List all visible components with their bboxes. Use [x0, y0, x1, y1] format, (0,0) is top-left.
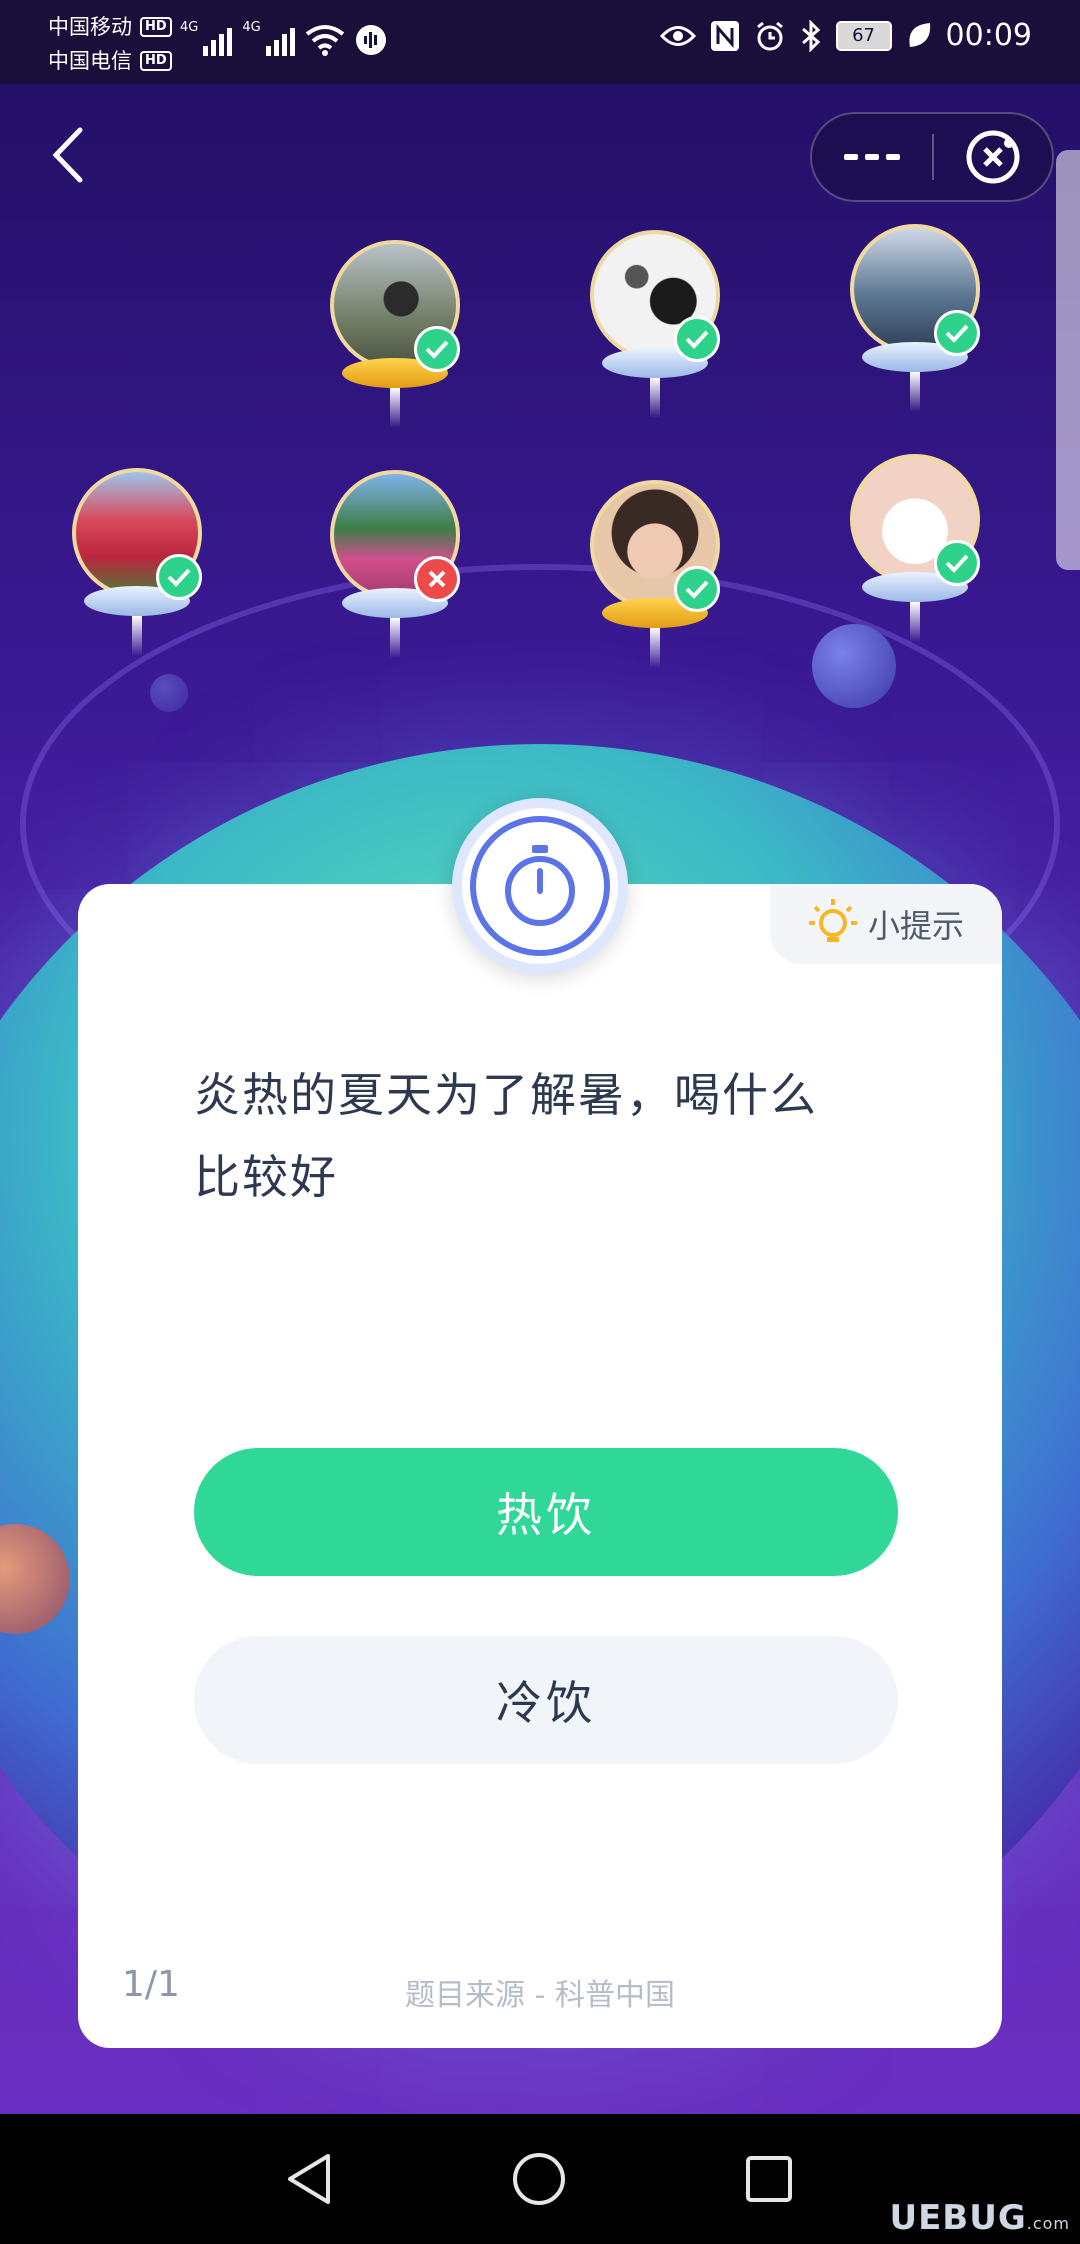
watermark-text: UEBUG: [889, 2198, 1027, 2238]
question-source: 题目来源 - 科普中国: [405, 1978, 675, 2013]
ellipsis-icon: [844, 154, 900, 160]
target-close-icon: [966, 130, 1020, 184]
player-avatar: [330, 470, 460, 670]
moon-illustration: [150, 674, 188, 712]
nav-recents-button[interactable]: [734, 2144, 804, 2214]
timer-ring: [470, 816, 610, 956]
status-right: 67 00:09: [659, 18, 1032, 53]
hint-label: 小提示: [867, 907, 964, 945]
hd-badge: HD: [140, 51, 172, 71]
signal-indicators: 4G 4G: [180, 20, 387, 56]
carrier-info: 中国移动 HD 中国电信 HD: [48, 10, 172, 78]
question-line-2: 比较好: [194, 1150, 338, 1204]
network-type-2: 4G: [242, 20, 261, 35]
mini-program-capsule: [810, 112, 1054, 202]
back-button[interactable]: [40, 120, 100, 190]
leaf-icon: [908, 22, 930, 47]
answer-option-cold-drink[interactable]: 冷饮: [194, 1636, 898, 1764]
check-icon: [685, 330, 709, 349]
navigation-bar: UEBUG.com: [0, 2114, 1080, 2244]
lightbulb-icon: [808, 899, 857, 942]
correct-badge: [156, 554, 202, 600]
more-button[interactable]: [812, 114, 932, 200]
battery-indicator: 67: [835, 20, 892, 51]
answer-option-hot-drink[interactable]: 热饮: [194, 1448, 898, 1576]
audio-icon: [355, 25, 386, 55]
pedestal-beam: [910, 372, 920, 412]
scrollbar[interactable]: [1056, 150, 1080, 570]
correct-badge: [674, 316, 720, 362]
watermark-logo: UEBUG.com: [889, 2198, 1070, 2238]
check-icon: [945, 554, 969, 573]
hd-badge: HD: [140, 17, 172, 37]
network-type-1: 4G: [180, 20, 199, 35]
correct-badge: [934, 540, 980, 586]
player-avatar: [72, 468, 202, 668]
watermark-suffix: .com: [1026, 2214, 1070, 2233]
check-icon: [945, 324, 969, 343]
square-recents-icon: [746, 2156, 792, 2202]
status-time: 00:09: [945, 18, 1032, 53]
correct-badge: [414, 326, 460, 372]
wifi-icon: [305, 25, 344, 56]
question-text: 炎热的夏天为了解暑，喝什么 比较好: [194, 1054, 914, 1218]
triangle-back-icon: [288, 2154, 330, 2204]
question-card: 小提示 炎热的夏天为了解暑，喝什么 比较好 热饮 冷饮 1/1 题目来源 - 科…: [78, 884, 1002, 2048]
player-avatar: [590, 230, 720, 430]
chevron-left-icon: [52, 127, 83, 183]
correct-badge: [934, 310, 980, 356]
pedestal-beam: [650, 628, 660, 668]
pedestal-beam: [132, 616, 142, 656]
circle-home-icon: [513, 2153, 565, 2205]
player-avatar: [850, 224, 980, 424]
pedestal-beam: [390, 388, 400, 428]
nfc-icon: [710, 20, 739, 51]
correct-badge: [674, 566, 720, 612]
stopwatch-icon: [505, 845, 575, 926]
question-line-1: 炎热的夏天为了解暑，喝什么: [194, 1068, 818, 1122]
carrier-2-name: 中国电信: [48, 49, 132, 73]
alarm-icon: [756, 21, 783, 50]
wrong-badge: [414, 556, 460, 602]
carrier-1-name: 中国移动: [48, 15, 132, 39]
hint-button[interactable]: 小提示: [770, 884, 1002, 964]
check-icon: [425, 340, 449, 359]
status-bar: 中国移动 HD 中国电信 HD 4G 4G 67 00:09: [0, 0, 1080, 84]
bluetooth-icon: [801, 19, 820, 52]
countdown-timer: [452, 798, 628, 974]
close-mini-program-button[interactable]: [934, 114, 1052, 200]
nav-back-button[interactable]: [274, 2144, 344, 2214]
pedestal-beam: [910, 602, 920, 642]
player-avatar: [590, 480, 720, 680]
cross-icon: [428, 570, 446, 588]
player-avatar: [330, 240, 460, 440]
player-avatar: [850, 454, 980, 654]
check-icon: [167, 568, 191, 587]
nav-home-button[interactable]: [504, 2144, 574, 2214]
pedestal-beam: [650, 378, 660, 418]
signal-icon: 4G: [242, 20, 295, 56]
check-icon: [685, 580, 709, 599]
pedestal-beam: [390, 618, 400, 658]
eye-icon: [659, 25, 696, 46]
signal-icon: 4G: [180, 20, 233, 56]
